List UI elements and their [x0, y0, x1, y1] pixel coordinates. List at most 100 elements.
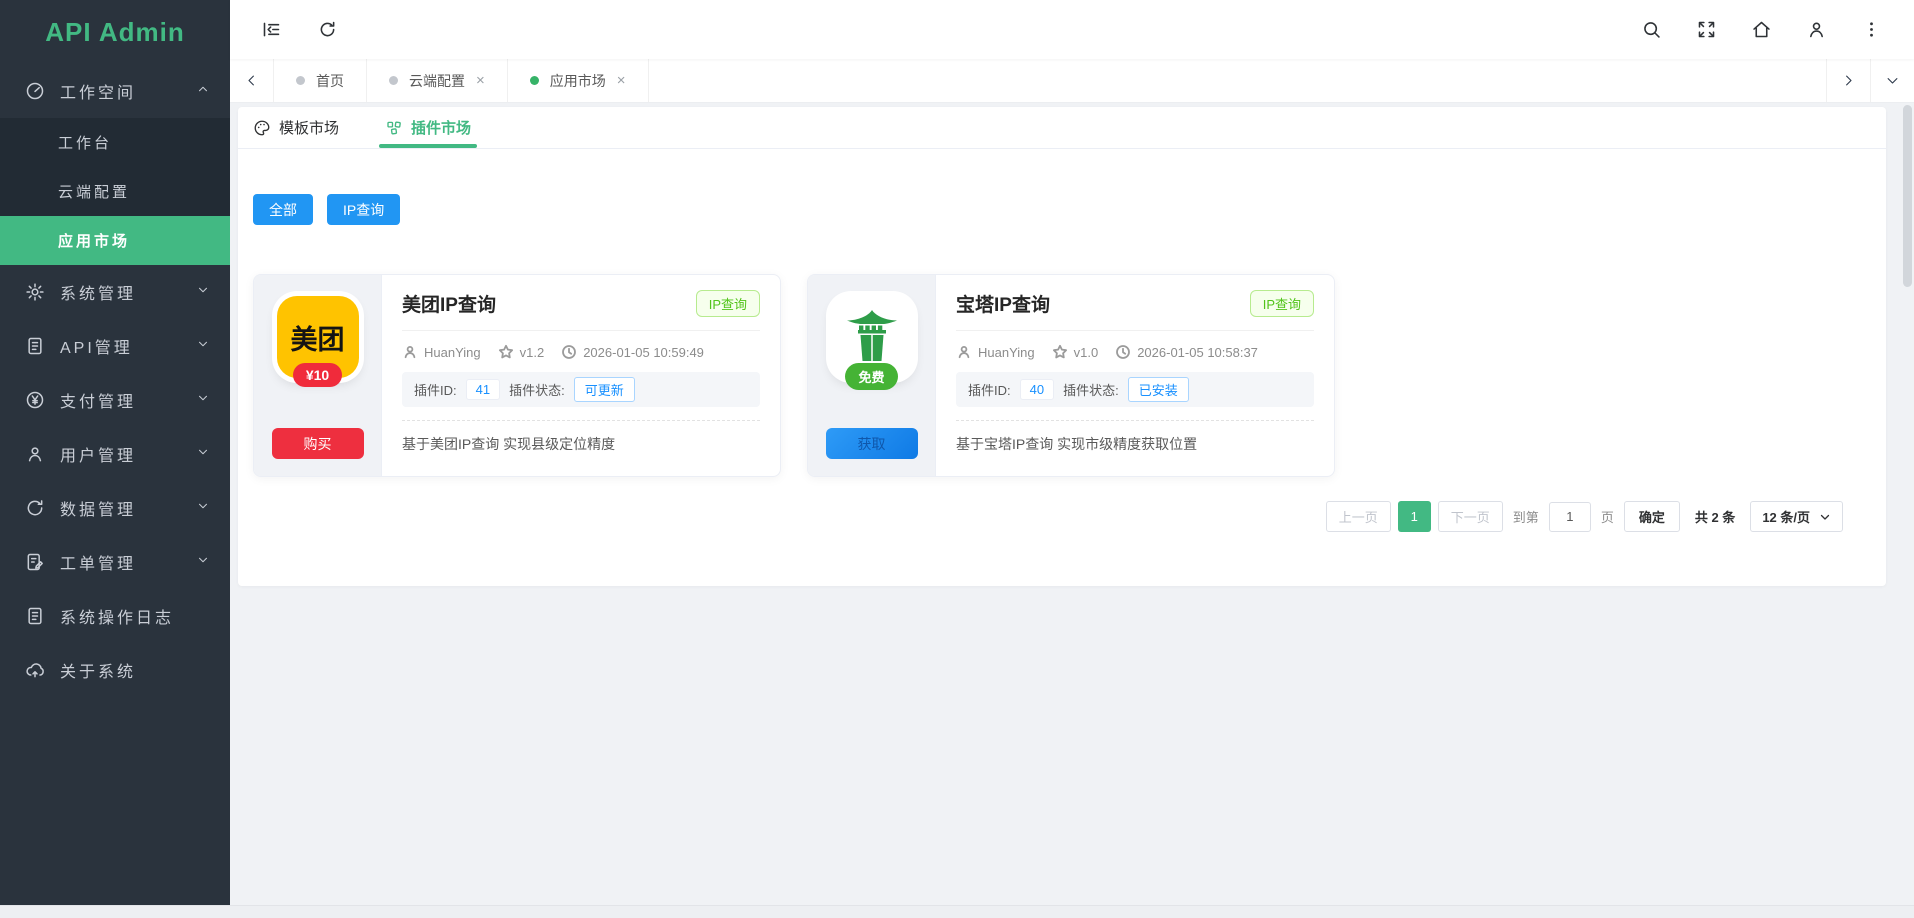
app-window: API Admin 工作空间 工作台 云端配置 应用市场: [0, 0, 1914, 918]
plugin-title: 宝塔IP查询: [956, 290, 1050, 317]
plugin-meta-row: HuanYing v1.0 2026-01-05 10:58:37: [956, 344, 1314, 360]
tabs-menu-button[interactable]: [1870, 59, 1914, 102]
plugin-id-label: 插件ID:: [414, 380, 457, 399]
plugin-status-value[interactable]: 已安装: [1128, 377, 1189, 402]
sidebar-item-system-log[interactable]: 系统操作日志: [0, 589, 230, 643]
user-icon: [25, 444, 45, 464]
price-badge: 免费: [845, 363, 897, 390]
chevron-down-icon: [1819, 511, 1831, 523]
sidebar-item-workbench[interactable]: 工作台: [0, 118, 230, 167]
buy-button[interactable]: 购买: [272, 428, 364, 459]
star-icon: [1052, 344, 1068, 360]
dashed-divider: [956, 420, 1314, 421]
goto-page-input[interactable]: [1549, 502, 1591, 532]
sidebar: API Admin 工作空间 工作台 云端配置 应用市场: [0, 0, 230, 905]
sidebar-item-label: 支付管理: [60, 388, 136, 412]
page-tabbar: 首页 云端配置 × 应用市场 ×: [230, 59, 1914, 103]
sidebar-item-label: API管理: [60, 334, 133, 358]
gear-icon: [25, 282, 45, 302]
close-icon[interactable]: ×: [476, 73, 485, 88]
collapse-sidebar-icon[interactable]: [260, 19, 282, 41]
yen-circle-icon: [25, 390, 45, 410]
close-icon[interactable]: ×: [617, 73, 626, 88]
page-number-button[interactable]: 1: [1398, 501, 1431, 532]
author-name: HuanYing: [978, 345, 1035, 360]
pagination: 上一页 1 下一页 到第 页 确定 共 2 条 12 条/页: [238, 501, 1843, 532]
log-icon: [25, 606, 45, 626]
plugin-description: 基于宝塔IP查询 实现市级精度获取位置: [956, 434, 1314, 454]
updated-item: 2026-01-05 10:59:49: [561, 344, 704, 360]
ticket-edit-icon: [25, 552, 45, 572]
vertical-scrollbar[interactable]: [1903, 105, 1912, 287]
fullscreen-icon[interactable]: [1695, 19, 1717, 41]
horizontal-scrollbar[interactable]: [0, 905, 1914, 918]
chevron-up-icon: [196, 82, 210, 101]
tab-label: 云端配置: [409, 71, 465, 91]
sidebar-item-ticket-management[interactable]: 工单管理: [0, 535, 230, 589]
pagoda-icon: [840, 305, 904, 369]
sidebar-item-data-management[interactable]: 数据管理: [0, 481, 230, 535]
prev-page-button[interactable]: 上一页: [1326, 501, 1391, 532]
sidebar-item-label: 工作空间: [60, 79, 136, 103]
more-icon[interactable]: [1860, 19, 1882, 41]
document-icon: [25, 336, 45, 356]
sidebar-item-label: 关于系统: [60, 658, 136, 682]
get-button[interactable]: 获取: [826, 428, 918, 459]
user-icon[interactable]: [1805, 19, 1827, 41]
sidebar-item-about-system[interactable]: 关于系统: [0, 643, 230, 697]
version-item: v1.0: [1052, 344, 1099, 360]
chevron-down-icon: [196, 553, 210, 572]
home-icon[interactable]: [1750, 19, 1772, 41]
tab-dot: [530, 76, 539, 85]
sidebar-item-payment-management[interactable]: 支付管理: [0, 373, 230, 427]
page-size-select[interactable]: 12 条/页: [1750, 501, 1843, 532]
tab-plugin-market[interactable]: 插件市场: [385, 107, 471, 148]
sidebar-item-workspace[interactable]: 工作空间: [0, 64, 230, 118]
author-item: HuanYing: [956, 344, 1035, 360]
clock-icon: [1115, 344, 1131, 360]
page-tab-home[interactable]: 首页: [274, 59, 367, 102]
tab-label: 首页: [316, 71, 344, 91]
sidebar-item-label: 系统管理: [60, 280, 136, 304]
market-tabs: 模板市场 插件市场: [238, 107, 1886, 149]
tab-template-market[interactable]: 模板市场: [253, 107, 339, 148]
plugin-status-label: 插件状态:: [1063, 380, 1119, 399]
dashboard-icon: [25, 81, 45, 101]
plugin-info-row: 插件ID: 41 插件状态: 可更新: [402, 372, 760, 407]
content-area: 模板市场 插件市场 全部 IP查询: [230, 103, 1914, 905]
submenu-label: 工作台: [58, 132, 112, 153]
sidebar-item-system-management[interactable]: 系统管理: [0, 265, 230, 319]
app-logo: API Admin: [0, 0, 230, 64]
plugin-meta-row: HuanYing v1.2 2026-01-05 10:59:49: [402, 344, 760, 360]
tabs-scroll-right-button[interactable]: [1826, 59, 1870, 102]
sidebar-item-label: 工单管理: [60, 550, 136, 574]
category-tag: IP查询: [1250, 290, 1314, 317]
filter-ip-query-button[interactable]: IP查询: [327, 194, 400, 225]
version-item: v1.2: [498, 344, 545, 360]
sidebar-item-cloud-config[interactable]: 云端配置: [0, 167, 230, 216]
topbar: [230, 0, 1914, 59]
sidebar-item-app-market[interactable]: 应用市场: [0, 216, 230, 265]
plugin-info-row: 插件ID: 40 插件状态: 已安装: [956, 372, 1314, 407]
plugin-id-label: 插件ID:: [968, 380, 1011, 399]
goto-confirm-button[interactable]: 确定: [1624, 501, 1680, 532]
version-text: v1.2: [520, 345, 545, 360]
page-tab-cloud-config[interactable]: 云端配置 ×: [367, 59, 508, 102]
chevron-down-icon: [196, 283, 210, 302]
workspace-submenu: 工作台 云端配置 应用市场: [0, 118, 230, 265]
plugin-icon: [385, 119, 403, 137]
search-icon[interactable]: [1640, 19, 1662, 41]
plugin-status-value[interactable]: 可更新: [574, 377, 635, 402]
refresh-icon[interactable]: [316, 19, 338, 41]
author-item: HuanYing: [402, 344, 481, 360]
tabs-scroll-left-button[interactable]: [230, 59, 274, 102]
plugin-id-value: 41: [466, 379, 500, 400]
card-body: 美团IP查询 IP查询 HuanYing: [382, 275, 780, 476]
plugin-description: 基于美团IP查询 实现县级定位精度: [402, 434, 760, 454]
sidebar-item-user-management[interactable]: 用户管理: [0, 427, 230, 481]
page-tab-app-market[interactable]: 应用市场 ×: [508, 59, 649, 102]
next-page-button[interactable]: 下一页: [1438, 501, 1503, 532]
total-count-label: 共 2 条: [1695, 507, 1735, 526]
filter-all-button[interactable]: 全部: [253, 194, 313, 225]
sidebar-item-api-management[interactable]: API管理: [0, 319, 230, 373]
